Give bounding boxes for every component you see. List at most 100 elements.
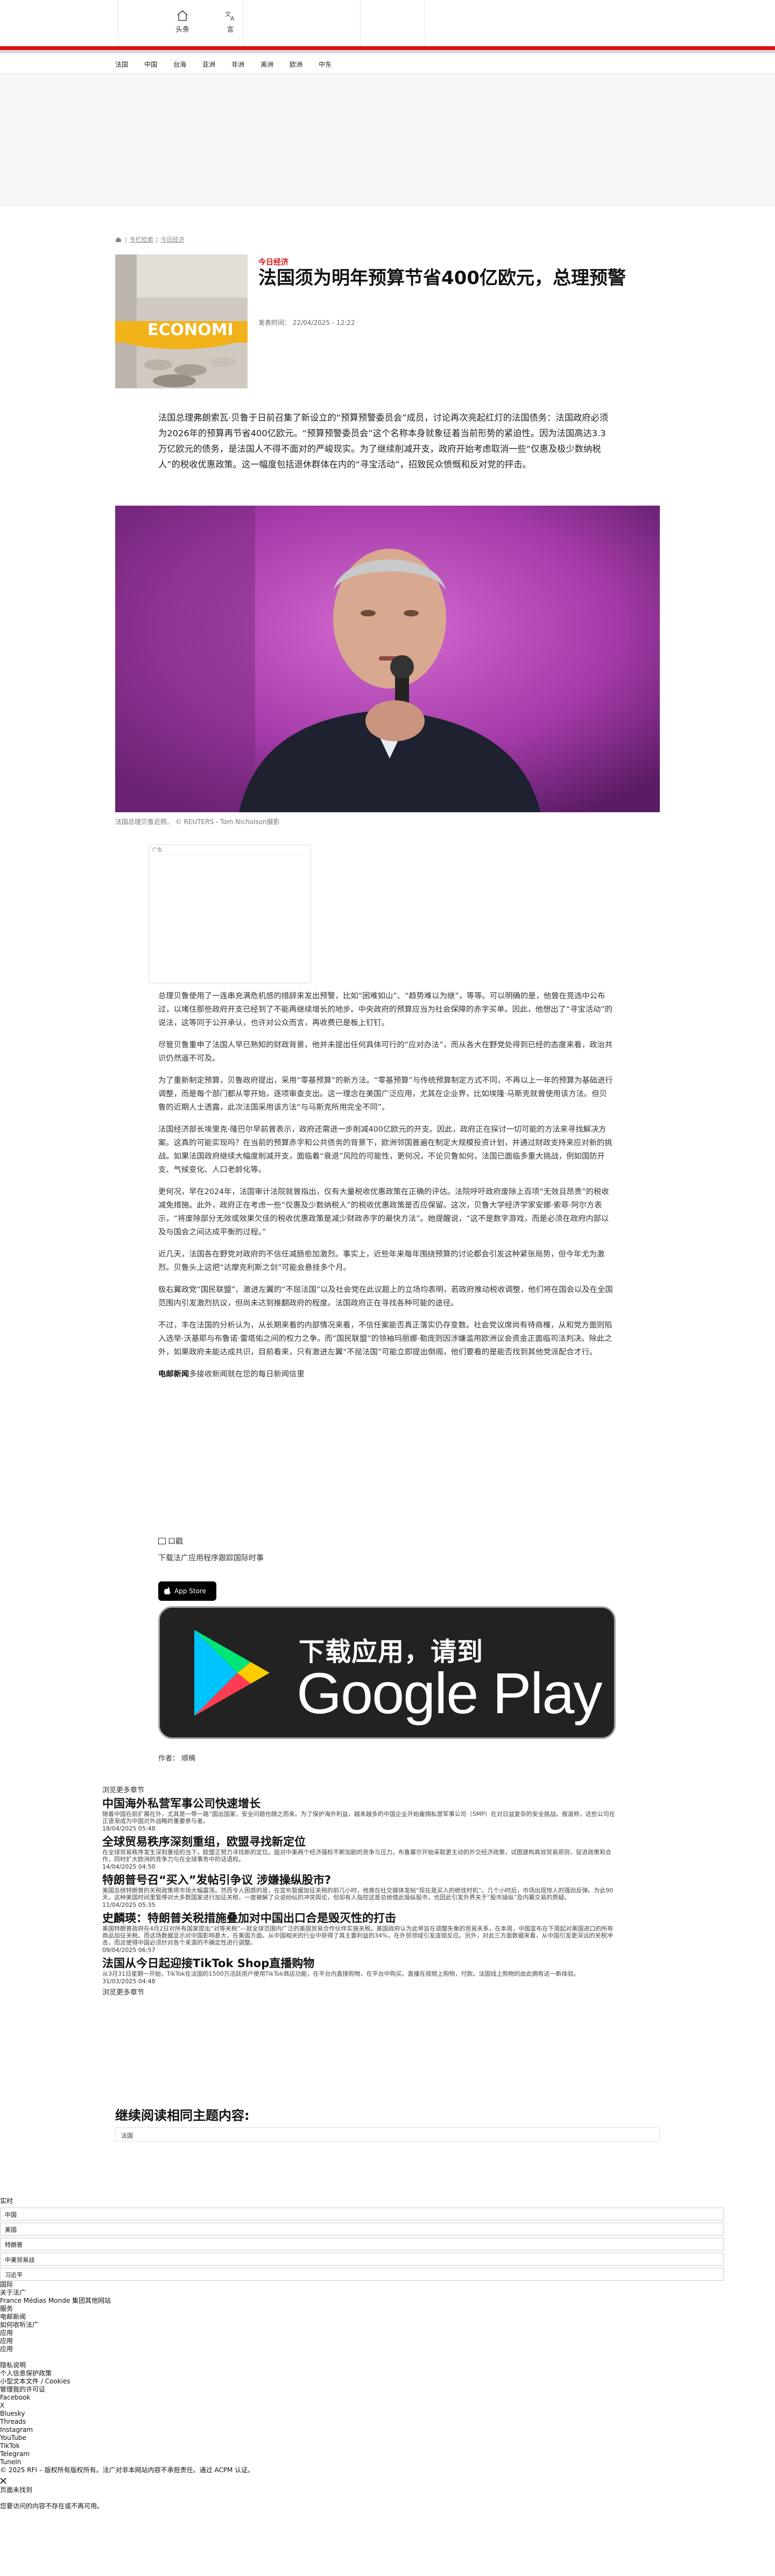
footer-legal-link[interactable]: 个人信息保护政策 [0, 2369, 775, 2378]
svg-text:A: A [230, 15, 235, 22]
social-link-facebook[interactable]: Facebook [0, 2394, 775, 2402]
nav-item[interactable]: 中东 [319, 53, 332, 73]
footer-topic-field[interactable]: 中国 [0, 2208, 724, 2220]
apple-icon [164, 1587, 171, 1595]
nav-item[interactable]: 台海 [173, 53, 186, 73]
related-desc: 美国特朗普政府在4月2日对所有国家提出“对等关税”—就全球范围内广泛的美国贸易合… [102, 1925, 614, 1946]
article-paragraph: 总理贝鲁使用了一连串充满危机感的措辞来发出预警，比如“困难如山”、“趋势难以为继… [158, 992, 613, 1027]
related-item[interactable]: 中国海外私营军事公司快速增长 随着中国在前扩展在外，尤其是一带一路“国出国家，安… [102, 1797, 619, 1833]
newsletter-promo[interactable]: 电邮新闻多接收新闻就在您的每日新闻信里 [158, 1368, 614, 1381]
social-link-youtube[interactable]: YouTube [0, 2434, 775, 2442]
related-date: 14/04/2025 04:50 [102, 1863, 156, 1870]
photo-caption: 法国总理贝鲁近照。 © REUTERS - Tom Nicholson摄影 [115, 818, 280, 826]
article-thumbnail: ECONOMI [115, 254, 248, 388]
newsletter-label: 电邮新闻 [158, 1370, 189, 1379]
related-item[interactable]: 特朗普号召“买入”发帖引争议 涉嫌操纵股市? 美国总统特朗普的关税政策将市场大幅… [102, 1873, 619, 1909]
article-title: 法国须为明年预算节省400亿欧元，总理预警 [258, 267, 626, 289]
brand-stripe [0, 46, 775, 50]
article-paragraph: 尽管贝鲁重申了法国人早已熟知的财政背景，他并未提出任何具体可行的“应对办法”，而… [158, 1041, 613, 1063]
social-link-telegram[interactable]: Telegram [0, 2450, 775, 2458]
article-body: 总理贝鲁使用了一连串充满危机感的措辞来发出预警，比如“困难如山”、“趋势难以为继… [158, 990, 614, 1390]
main-nav: 法国 中国 台海 亚洲 非洲 美洲 欧洲 中东 [0, 53, 775, 74]
article-paragraph: 更何况，早在2024年，法国审计法院就曾指出，仅有大量税收优惠政策在正确的评估。… [158, 1188, 609, 1237]
footer-legal-link[interactable]: 管理我的许可证 [0, 2386, 775, 2394]
related-date: 09/04/2025 06:57 [102, 1947, 156, 1954]
article-author: 作者： 顺楠 [158, 1755, 196, 1763]
breadcrumb-link[interactable]: 今日经济 [160, 235, 184, 244]
tab-language[interactable]: 文A 言 [214, 10, 246, 34]
google-play-badge[interactable]: 下载应用，请到 Google Play [158, 1606, 616, 1739]
social-link-tiktok[interactable]: TikTok [0, 2442, 775, 2450]
home-icon [177, 10, 188, 21]
article-kicker[interactable]: 今日经济 [258, 257, 288, 267]
footer-topic-field[interactable]: 中美贸易战 [0, 2253, 724, 2266]
app-store-badge[interactable]: App Store [158, 1581, 216, 1601]
google-play-title: Google Play [297, 1660, 602, 1726]
share-label: 口戳 [168, 1537, 183, 1546]
footer-legal-link[interactable]: 小型文本文件 / Cookies [0, 2378, 775, 2386]
footer-link[interactable]: 应用 [0, 2329, 775, 2337]
close-icon[interactable] [0, 2478, 6, 2484]
related-desc: 在全球贸易秩序发生深刻重组的当下，欧盟正努力寻找新的定位。面对中美两个经济强权不… [102, 1849, 611, 1863]
tab-home[interactable]: 头条 [166, 10, 199, 34]
related-desc: 从3月31日星期一开始，TikTok在法国的1500万活跃用户使用TikTok商… [102, 1970, 580, 1977]
more-sections-link[interactable]: 浏览更多章节 [102, 1986, 619, 1997]
footer-link[interactable]: 电邮新闻 [0, 2313, 775, 2321]
tab-language-label: 言 [227, 26, 234, 34]
social-link-bluesky[interactable]: Bluesky [0, 2410, 775, 2418]
nav-item[interactable]: 亚洲 [202, 53, 215, 73]
footer-link[interactable]: 服务 [0, 2305, 775, 2313]
ad-label: 广告 [149, 845, 311, 855]
hero-photo [115, 506, 660, 812]
social-link-x[interactable]: X [0, 2402, 775, 2410]
translate-icon: 文A [225, 10, 235, 22]
article-paragraph: 法国经济部长埃里克·隆巴尔早前曾表示，政府还需进一步削减400亿欧元的开支。因此… [158, 1125, 612, 1174]
related-item[interactable]: 史麟瑛：特朗普关税措施叠加对中国出口合是毁灭性的打击 美国特朗普政府在4月2日对… [102, 1911, 619, 1954]
social-link-tunein[interactable]: TuneIn [0, 2458, 775, 2466]
social-link-instagram[interactable]: Instagram [0, 2426, 775, 2434]
not-found-note: 您要访问的内容不存在或不再可用。 [0, 2502, 104, 2510]
social-link-threads[interactable]: Threads [0, 2418, 775, 2426]
footer-link[interactable]: 应用 [0, 2345, 775, 2353]
nav-item[interactable]: 非洲 [231, 53, 244, 73]
nav-item[interactable]: 美洲 [260, 53, 273, 73]
continue-reading-title: 继续阅读相同主题内容: [115, 2108, 250, 2123]
footer-topic-field[interactable]: 习近平 [0, 2268, 724, 2281]
header-cell [0, 0, 118, 46]
topic-tag[interactable]: 法国 [115, 2127, 660, 2141]
footer-link[interactable]: 如何收听法广 [0, 2321, 775, 2329]
copyright: © 2025 RFI – 版权所有版权所有。法广对非本网站内容不承担责任。通过 … [0, 2466, 255, 2474]
related-item[interactable]: 全球贸易秩序深刻重组，欧盟寻找新定位 在全球贸易秩序发生深刻重组的当下，欧盟正努… [102, 1835, 619, 1871]
breadcrumb: | 专栏检索 | 今日经济 [115, 235, 187, 244]
related-title[interactable]: 中国海外私营军事公司快速增长 [102, 1797, 619, 1811]
related-title[interactable]: 特朗普号召“买入”发帖引争议 涉嫌操纵股市? [102, 1873, 619, 1887]
footer-legal-link[interactable]: 隐私说明 [0, 2361, 775, 2369]
article-paragraph: 不过，丰在法国的分析认为，从长期来看的内部情况来看，不信任案能否真正落实仍存变数… [158, 1321, 612, 1357]
related-title[interactable]: 法国从今日起迎接TikTok Shop直播购物 [102, 1956, 619, 1970]
nav-item[interactable]: 中国 [144, 53, 157, 73]
breadcrumb-link[interactable]: 专栏检索 [130, 235, 153, 244]
nav-item[interactable]: 欧洲 [290, 53, 302, 73]
footer-topic-field[interactable]: 美国 [0, 2223, 724, 2236]
footer-link[interactable]: 应用 [0, 2337, 775, 2345]
share-button[interactable]: 口戳 [158, 1536, 183, 1546]
article-paragraph: 近几天，法国各在野党对政府的不信任减肠愈加激烈。事实上，近些年来每年围绕预算的讨… [158, 1250, 605, 1272]
prime-minister-photo [115, 506, 660, 812]
footer-link[interactable]: 关于法广 [0, 2289, 775, 2297]
footer-link[interactable]: France Médias Monde 集团其他网站 [0, 2297, 775, 2305]
home-icon[interactable] [115, 237, 122, 243]
article-paragraph: 为了重新制定预算，贝鲁政府提出，采用“零基预算”的新方法。“零基预算”与传统预算… [158, 1076, 613, 1112]
header-cell [361, 0, 425, 46]
related-date: 18/04/2025 05:48 [102, 1825, 156, 1832]
article-paragraph: 极右翼政党“国民联盟”、激进左翼的“不屈法国”以及社会党在此议题上的立场均表明，… [158, 1286, 613, 1308]
footer-topic-field[interactable]: 特朗普 [0, 2238, 724, 2251]
download-app-text: 下载法广应用程序跟踪国际时事 [158, 1554, 264, 1563]
related-title[interactable]: 史麟瑛：特朗普关税措施叠加对中国出口合是毁灭性的打击 [102, 1911, 619, 1925]
related-desc: 美国总统特朗普的关税政策将市场大幅震荡。然而令人困惑的是，在宣布暂缓加征关税的前… [102, 1887, 614, 1901]
inline-ad[interactable]: 广告 [149, 845, 311, 983]
nav-item[interactable]: 法国 [115, 53, 128, 73]
footer-link[interactable]: 国际 [0, 2281, 775, 2289]
related-title[interactable]: 全球贸易秩序深刻重组，欧盟寻找新定位 [102, 1835, 619, 1849]
top-ad-banner [0, 74, 775, 206]
related-item[interactable]: 法国从今日起迎接TikTok Shop直播购物 从3月31日星期一开始，TikT… [102, 1956, 619, 1985]
